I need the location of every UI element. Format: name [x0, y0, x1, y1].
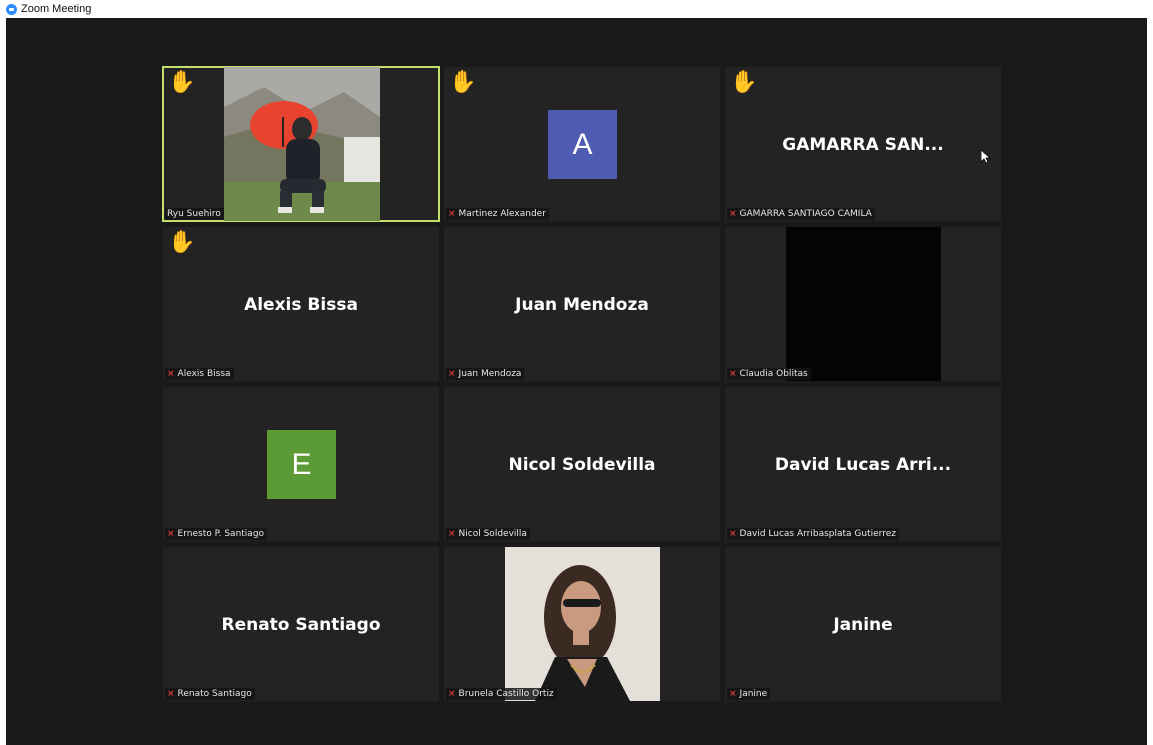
- muted-mic-icon: ⨯: [448, 529, 456, 539]
- participant-tile-janine[interactable]: Janine ⨯ Janine: [725, 547, 1001, 701]
- participant-display-name: Renato Santiago: [221, 615, 381, 635]
- participant-display-name: Alexis Bissa: [244, 295, 358, 315]
- participant-tile-renato-santiago[interactable]: Renato Santiago ⨯ Renato Santiago: [163, 547, 439, 701]
- participant-name-label: ⨯ David Lucas Arribasplata Gutierrez: [727, 528, 899, 540]
- participant-name-label: ⨯ Janine: [727, 688, 771, 700]
- window-title: Zoom Meeting: [21, 3, 92, 15]
- participant-name-label: ⨯ Martinez Alexander: [446, 208, 549, 220]
- title-bar: Zoom Meeting: [0, 0, 1153, 18]
- avatar: A: [548, 110, 617, 179]
- participant-name-label: ⨯ GAMARRA SANTIAGO CAMILA: [727, 208, 875, 220]
- participant-name-label: ⨯ Alexis Bissa: [165, 368, 234, 380]
- participant-name-label: ⨯ Juan Mendoza: [446, 368, 525, 380]
- muted-mic-icon: ⨯: [167, 369, 175, 379]
- muted-mic-icon: ⨯: [167, 689, 175, 699]
- participant-tile-ryu-suehiro[interactable]: ✋ Ryu Suehiro: [162, 66, 440, 222]
- participant-display-name: Juan Mendoza: [515, 295, 649, 315]
- participant-tile-claudia-oblitas[interactable]: ⨯ Claudia Oblitas: [725, 227, 1001, 381]
- raised-hand-icon: ✋: [449, 69, 477, 94]
- participant-name-label: ⨯ Ernesto P. Santiago: [165, 528, 268, 540]
- participant-name-label: ⨯ Claudia Oblitas: [727, 368, 811, 380]
- raised-hand-icon: ✋: [168, 229, 196, 254]
- mouse-cursor-icon: [981, 150, 991, 164]
- avatar: E: [267, 430, 336, 499]
- participant-video: [505, 547, 660, 701]
- participant-display-name: GAMARRA SAN...: [782, 135, 944, 155]
- participant-name-label: ⨯ Brunela Castillo Ortiz: [446, 688, 557, 700]
- video-gallery: ✋ Ryu Suehiro ✋ A ⨯ Martinez Alexander ✋…: [6, 18, 1147, 745]
- participant-tile-martinez-alexander[interactable]: ✋ A ⨯ Martinez Alexander: [444, 67, 720, 221]
- participant-display-name: Janine: [833, 615, 893, 635]
- muted-mic-icon: ⨯: [167, 529, 175, 539]
- participant-tile-brunela-castillo-ortiz[interactable]: ⨯ Brunela Castillo Ortiz: [444, 547, 720, 701]
- participant-tile-alexis-bissa[interactable]: ✋ Alexis Bissa ⨯ Alexis Bissa: [163, 227, 439, 381]
- muted-mic-icon: ⨯: [448, 689, 456, 699]
- zoom-logo-icon: [6, 3, 17, 15]
- muted-mic-icon: ⨯: [729, 529, 737, 539]
- raised-hand-icon: ✋: [730, 69, 758, 94]
- participant-name-label: ⨯ Nicol Soldevilla: [446, 528, 530, 540]
- participant-video: [224, 67, 380, 221]
- muted-mic-icon: ⨯: [448, 209, 456, 219]
- participant-name-label: Ryu Suehiro: [165, 208, 224, 220]
- participant-tile-nicol-soldevilla[interactable]: Nicol Soldevilla ⨯ Nicol Soldevilla: [444, 387, 720, 541]
- participant-tile-ernesto-santiago[interactable]: E ⨯ Ernesto P. Santiago: [163, 387, 439, 541]
- raised-hand-icon: ✋: [168, 69, 196, 94]
- participant-display-name: David Lucas Arri...: [774, 455, 952, 475]
- muted-mic-icon: ⨯: [729, 209, 737, 219]
- muted-mic-icon: ⨯: [729, 689, 737, 699]
- participant-display-name: Nicol Soldevilla: [508, 455, 656, 475]
- participant-tile-gamarra-santiago-camila[interactable]: ✋ GAMARRA SAN... ⨯ GAMARRA SANTIAGO CAMI…: [725, 67, 1001, 221]
- participant-tile-david-lucas-arribasplata[interactable]: David Lucas Arri... ⨯ David Lucas Arriba…: [725, 387, 1001, 541]
- participant-video: [786, 227, 941, 381]
- muted-mic-icon: ⨯: [729, 369, 737, 379]
- participant-tile-juan-mendoza[interactable]: Juan Mendoza ⨯ Juan Mendoza: [444, 227, 720, 381]
- muted-mic-icon: ⨯: [448, 369, 456, 379]
- participant-name-label: ⨯ Renato Santiago: [165, 688, 255, 700]
